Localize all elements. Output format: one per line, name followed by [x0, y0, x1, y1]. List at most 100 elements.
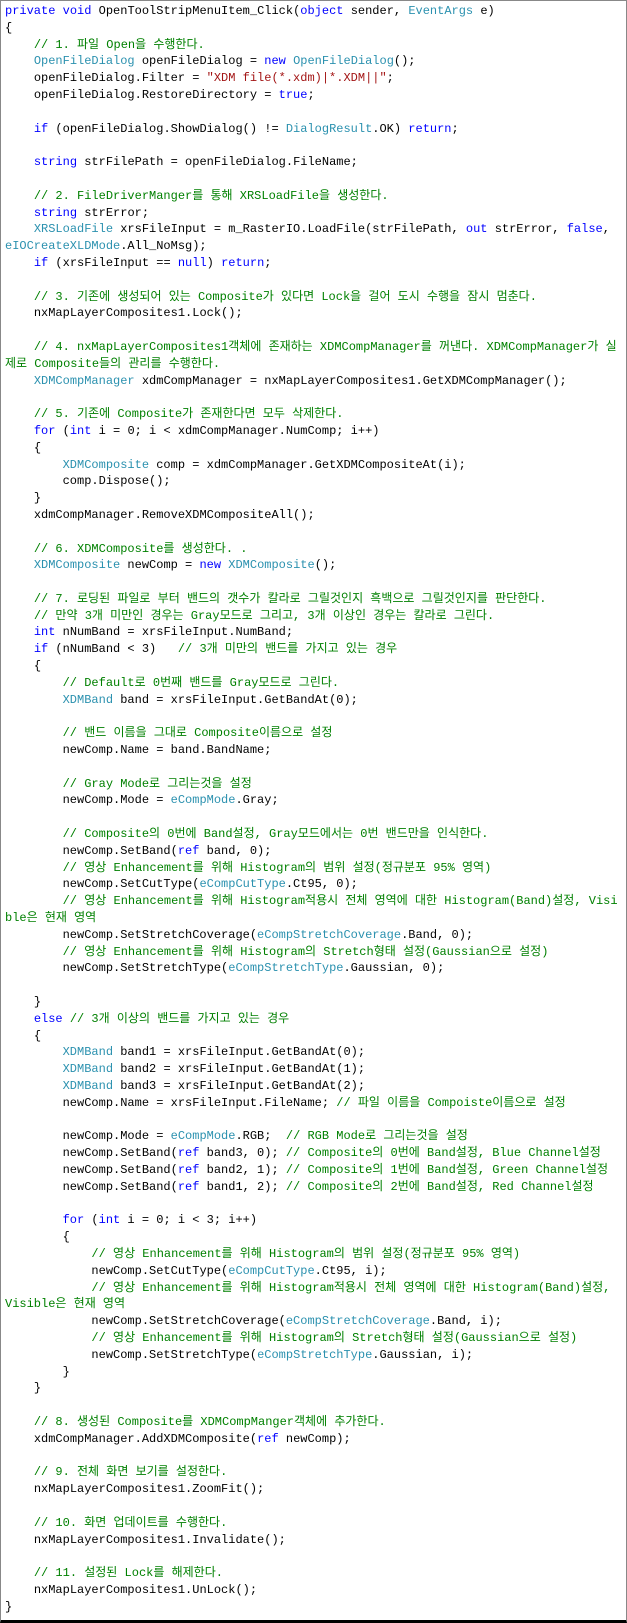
code-token [5, 1398, 12, 1412]
code-token [5, 1012, 34, 1026]
code-token [5, 54, 34, 68]
code-token: strError; [77, 206, 149, 220]
code-line: // 11. 설정된 Lock를 해제한다. [5, 1565, 622, 1582]
code-line: XDMBand band = xrsFileInput.GetBandAt(0)… [5, 692, 622, 709]
code-token [5, 138, 12, 152]
code-token [5, 374, 34, 388]
code-line: // 영상 Enhancement를 위해 Histogram의 범위 설정(정… [5, 1246, 622, 1263]
code-token: // 영상 Enhancement를 위해 Histogram의 범위 설정(정… [91, 1247, 520, 1261]
code-token: EventArgs [408, 4, 473, 18]
code-line: XDMBand band1 = xrsFileInput.GetBandAt(0… [5, 1044, 622, 1061]
code-token [5, 1045, 63, 1059]
code-token: eCompMode [171, 1129, 236, 1143]
code-line: XDMBand band2 = xrsFileInput.GetBandAt(1… [5, 1061, 622, 1078]
code-token: band3, 0); [199, 1146, 285, 1160]
code-line: newComp.SetStretchType(eCompStretchType.… [5, 960, 622, 977]
code-token: DialogResult [286, 122, 372, 136]
code-token [5, 390, 12, 404]
code-token: eIOCreateXLDMode [5, 239, 120, 253]
code-token: newComp = [120, 558, 199, 572]
code-token: XDMComposite [228, 558, 314, 572]
code-line: // 9. 전체 화면 보기를 설정한다. [5, 1464, 622, 1481]
code-token [5, 1062, 63, 1076]
code-token: new [264, 54, 286, 68]
code-token: false [567, 222, 603, 236]
code-token: { [5, 1029, 41, 1043]
code-token: "XDM file(*.xdm)|*.XDM||" [207, 71, 387, 85]
code-token: XDMCompManager [34, 374, 135, 388]
code-line: newComp.SetBand(ref band3, 0); // Compos… [5, 1145, 622, 1162]
code-token: // 4. nxMapLayerComposites1객체에 존재하는 XDMC… [5, 340, 617, 371]
code-token: newComp.SetStretchType( [5, 1348, 257, 1362]
code-token: (nNumBand < 3) [48, 642, 178, 656]
code-token [5, 558, 34, 572]
code-token: newComp.Name = xrsFileInput.FileName; [5, 1096, 336, 1110]
code-line: XDMComposite comp = xdmCompManager.GetXD… [5, 457, 622, 474]
code-token: .Band, 0); [401, 928, 473, 942]
code-token: band1 = xrsFileInput.GetBandAt(0); [113, 1045, 365, 1059]
code-token [5, 945, 63, 959]
code-token: band, 0); [199, 844, 271, 858]
code-token: // 3개 미만의 밴드를 가지고 있는 경우 [178, 642, 397, 656]
code-token [5, 625, 34, 639]
code-line [5, 389, 622, 406]
code-token: newComp.SetStretchCoverage( [5, 928, 257, 942]
code-token [5, 1465, 34, 1479]
code-line: newComp.SetStretchCoverage(eCompStretchC… [5, 927, 622, 944]
code-token [5, 206, 34, 220]
code-line [5, 524, 622, 541]
code-token: } [5, 1381, 41, 1395]
code-line: newComp.Mode = eCompMode.RGB; // RGB Mod… [5, 1128, 622, 1145]
code-line: for (int i = 0; i < 3; i++) [5, 1212, 622, 1229]
code-token: OpenFileDialog [34, 54, 135, 68]
code-line: { [5, 1229, 622, 1246]
code-line: newComp.Name = xrsFileInput.FileName; //… [5, 1095, 622, 1112]
code-token [5, 407, 34, 421]
code-token: XDMBand [63, 1079, 113, 1093]
code-token: (openFileDialog.ShowDialog() != [48, 122, 286, 136]
code-token: XRSLoadFile [34, 222, 113, 236]
code-line: // 10. 화면 업데이트를 수행한다. [5, 1515, 622, 1532]
code-line: { [5, 20, 622, 37]
code-token: openFileDialog.Filter = [5, 71, 207, 85]
code-token: // 2. FileDriverManger를 통해 XRSLoadFile을 … [34, 189, 389, 203]
code-line: } [5, 1380, 622, 1397]
code-token [5, 726, 63, 740]
code-token: .RGB; [235, 1129, 285, 1143]
code-token: XDMComposite [63, 458, 149, 472]
code-line: if (openFileDialog.ShowDialog() != Dialo… [5, 121, 622, 138]
code-token: object [300, 4, 343, 18]
code-token: xdmCompManager.RemoveXDMCompositeAll(); [5, 508, 315, 522]
code-token: eCompStretchCoverage [257, 928, 401, 942]
code-token: newComp.SetStretchType( [5, 961, 228, 975]
code-token: eCompStretchType [257, 1348, 372, 1362]
code-token: .Gaussian, i); [372, 1348, 473, 1362]
code-token: // 파일 이름을 Compoiste이름으로 설정 [336, 1096, 565, 1110]
code-line: newComp.Name = band.BandName; [5, 742, 622, 759]
code-line [5, 1498, 622, 1515]
code-line [5, 1448, 622, 1465]
code-line: newComp.SetBand(ref band, 0); [5, 843, 622, 860]
code-token: .Band, i); [430, 1314, 502, 1328]
code-token [5, 861, 63, 875]
code-line: string strError; [5, 205, 622, 222]
code-token: nxMapLayerComposites1.Lock(); [5, 306, 243, 320]
code-token: newComp.Mode = [5, 793, 171, 807]
code-line: // 5. 기존에 Composite가 존재한다면 모두 삭제한다. [5, 406, 622, 423]
code-token [5, 1549, 12, 1563]
code-token: new [199, 558, 221, 572]
code-token: eCompMode [171, 793, 236, 807]
code-token: eCompCutType [228, 1264, 314, 1278]
code-line: // 1. 파일 Open을 수행한다. [5, 37, 622, 54]
code-token [5, 323, 12, 337]
code-token: xdmCompManager = nxMapLayerComposites1.G… [135, 374, 567, 388]
code-line: nxMapLayerComposites1.ZoomFit(); [5, 1481, 622, 1498]
code-token [5, 810, 12, 824]
code-line [5, 1112, 622, 1129]
code-line: else // 3개 이상의 밴드를 가지고 있는 경우 [5, 1011, 622, 1028]
code-token [5, 1415, 34, 1429]
code-line [5, 574, 622, 591]
code-token: // 5. 기존에 Composite가 존재한다면 모두 삭제한다. [34, 407, 344, 421]
code-token: comp = xdmCompManager.GetXDMCompositeAt(… [149, 458, 466, 472]
code-token: e) [473, 4, 495, 18]
